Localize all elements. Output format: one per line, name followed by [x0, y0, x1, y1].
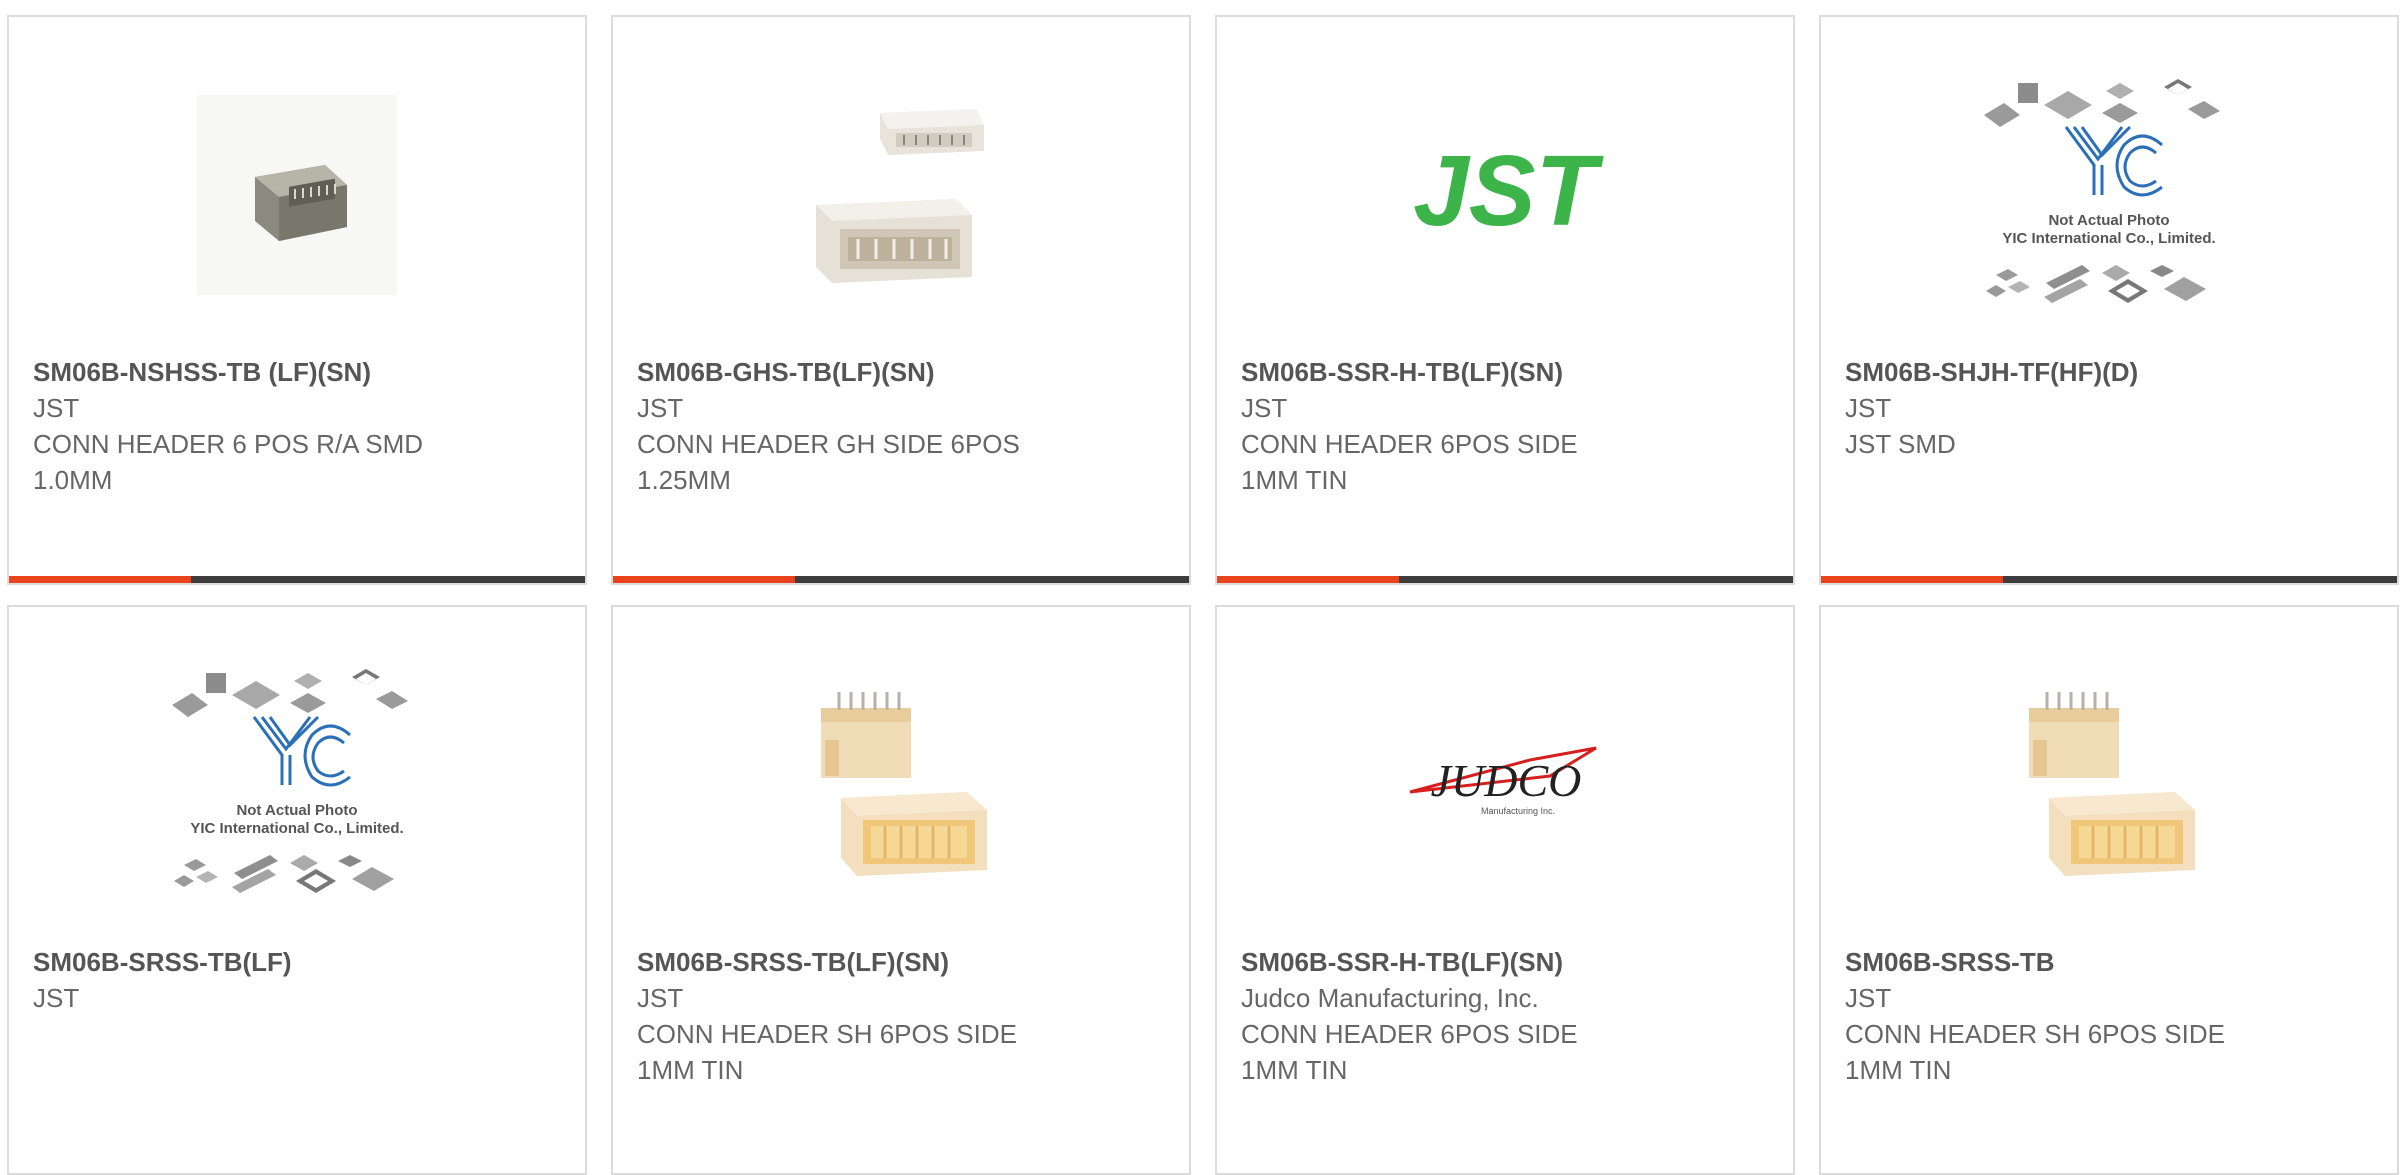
description-line-2: 1MM TIN [1241, 1055, 1348, 1085]
beige-connector-photo [821, 692, 987, 876]
description-line-1: CONN HEADER 6POS SIDE [1241, 1019, 1578, 1049]
description-line-1: CONN HEADER GH SIDE 6POS [637, 429, 1020, 459]
description-line-1: JST SMD [1845, 429, 1956, 459]
product-info: SM06B-NSHSS-TB (LF)(SN) JST CONN HEADER … [33, 354, 565, 498]
manufacturer: JST [1241, 393, 1288, 423]
beige-connector-photo [2029, 692, 2195, 876]
part-number[interactable]: SM06B-SHJH-TF(HF)(D) [1845, 354, 2377, 390]
product-info: SM06B-SHJH-TF(HF)(D) JST JST SMD [1845, 354, 2377, 462]
product-info: SM06B-SSR-H-TB(LF)(SN) JST CONN HEADER 6… [1241, 354, 1773, 498]
product-card[interactable]: SM06B-NSHSS-TB (LF)(SN) JST CONN HEADER … [7, 15, 587, 585]
manufacturer: JST [33, 983, 80, 1013]
product-grid: SM06B-NSHSS-TB (LF)(SN) JST CONN HEADER … [7, 15, 2399, 1175]
gray-connector-photo [197, 95, 397, 295]
card-accent-bar [1821, 576, 2003, 583]
product-image[interactable] [1821, 665, 2397, 905]
description-line-2: 1.25MM [637, 465, 731, 495]
description-line-1: CONN HEADER 6 POS R/A SMD [33, 429, 424, 459]
product-image[interactable]: Not Actual Photo YIC International Co., … [1821, 75, 2397, 315]
judco-logo: JUDCO Manufacturing Inc. [1409, 746, 1597, 816]
svg-text:Not Actual Photo: Not Actual Photo [2048, 212, 2169, 229]
description-line-1: CONN HEADER 6POS SIDE [1241, 429, 1578, 459]
manufacturer: JST [637, 983, 684, 1013]
part-number[interactable]: SM06B-SRSS-TB [1845, 944, 2377, 980]
card-accent-bar [613, 576, 795, 583]
part-number[interactable]: SM06B-SSR-H-TB(LF)(SN) [1241, 944, 1773, 980]
svg-text:YIC International Co., Limited: YIC International Co., Limited. [2002, 230, 2215, 247]
product-image[interactable] [9, 75, 585, 315]
product-card[interactable]: SM06B-GHS-TB(LF)(SN) JST CONN HEADER GH … [611, 15, 1191, 585]
card-bottom-bar [9, 576, 585, 583]
product-image[interactable] [613, 665, 1189, 905]
description-line-2: 1MM TIN [1241, 465, 1348, 495]
description-line-2: 1MM TIN [637, 1055, 744, 1085]
card-accent-bar [9, 576, 191, 583]
card-bottom-bar [613, 576, 1189, 583]
manufacturer: JST [637, 393, 684, 423]
jst-logo: JST [1413, 135, 1604, 247]
manufacturer: JST [1845, 983, 1892, 1013]
description-line-2: 1MM TIN [1845, 1055, 1952, 1085]
yic-not-actual-photo: Not Actual Photo YIC International Co., … [1984, 79, 2220, 303]
product-card[interactable]: Not Actual Photo YIC International Co., … [7, 605, 587, 1175]
part-number[interactable]: SM06B-NSHSS-TB (LF)(SN) [33, 354, 565, 390]
card-accent-bar [1217, 576, 1399, 583]
product-image[interactable]: JST [1217, 75, 1793, 315]
manufacturer: JST [33, 393, 80, 423]
product-image[interactable] [613, 75, 1189, 315]
description-line-1: CONN HEADER SH 6POS SIDE [637, 1019, 1017, 1049]
product-card[interactable]: SM06B-SRSS-TB JST CONN HEADER SH 6POS SI… [1819, 605, 2399, 1175]
white-connector-photo [816, 109, 984, 283]
svg-text:YIC International Co., Limited: YIC International Co., Limited. [190, 820, 403, 837]
svg-text:Manufacturing Inc.: Manufacturing Inc. [1481, 806, 1555, 816]
product-card[interactable]: JST SM06B-SSR-H-TB(LF)(SN) JST CONN HEAD… [1215, 15, 1795, 585]
product-info: SM06B-SSR-H-TB(LF)(SN) Judco Manufacturi… [1241, 944, 1773, 1088]
product-info: SM06B-SRSS-TB JST CONN HEADER SH 6POS SI… [1845, 944, 2377, 1088]
product-card[interactable]: JUDCO Manufacturing Inc. SM06B-SSR-H-TB(… [1215, 605, 1795, 1175]
part-number[interactable]: SM06B-GHS-TB(LF)(SN) [637, 354, 1169, 390]
product-image[interactable]: JUDCO Manufacturing Inc. [1217, 665, 1793, 905]
card-bottom-bar [1821, 576, 2397, 583]
product-info: SM06B-SRSS-TB(LF)(SN) JST CONN HEADER SH… [637, 944, 1169, 1088]
part-number[interactable]: SM06B-SRSS-TB(LF) [33, 944, 565, 980]
manufacturer: Judco Manufacturing, Inc. [1241, 983, 1539, 1013]
part-number[interactable]: SM06B-SRSS-TB(LF)(SN) [637, 944, 1169, 980]
product-card[interactable]: SM06B-SRSS-TB(LF)(SN) JST CONN HEADER SH… [611, 605, 1191, 1175]
description-line-1: CONN HEADER SH 6POS SIDE [1845, 1019, 2225, 1049]
product-info: SM06B-GHS-TB(LF)(SN) JST CONN HEADER GH … [637, 354, 1169, 498]
svg-text:Not Actual Photo: Not Actual Photo [236, 802, 357, 819]
card-bottom-bar [1217, 576, 1793, 583]
svg-text:JUDCO: JUDCO [1431, 755, 1582, 806]
svg-text:JST: JST [1413, 135, 1604, 247]
description-line-2: 1.0MM [33, 465, 113, 495]
manufacturer: JST [1845, 393, 1892, 423]
product-info: SM06B-SRSS-TB(LF) JST [33, 944, 565, 1016]
product-card[interactable]: Not Actual Photo YIC International Co., … [1819, 15, 2399, 585]
yic-not-actual-photo: Not Actual Photo YIC International Co., … [172, 669, 408, 893]
part-number[interactable]: SM06B-SSR-H-TB(LF)(SN) [1241, 354, 1773, 390]
product-image[interactable]: Not Actual Photo YIC International Co., … [9, 665, 585, 905]
